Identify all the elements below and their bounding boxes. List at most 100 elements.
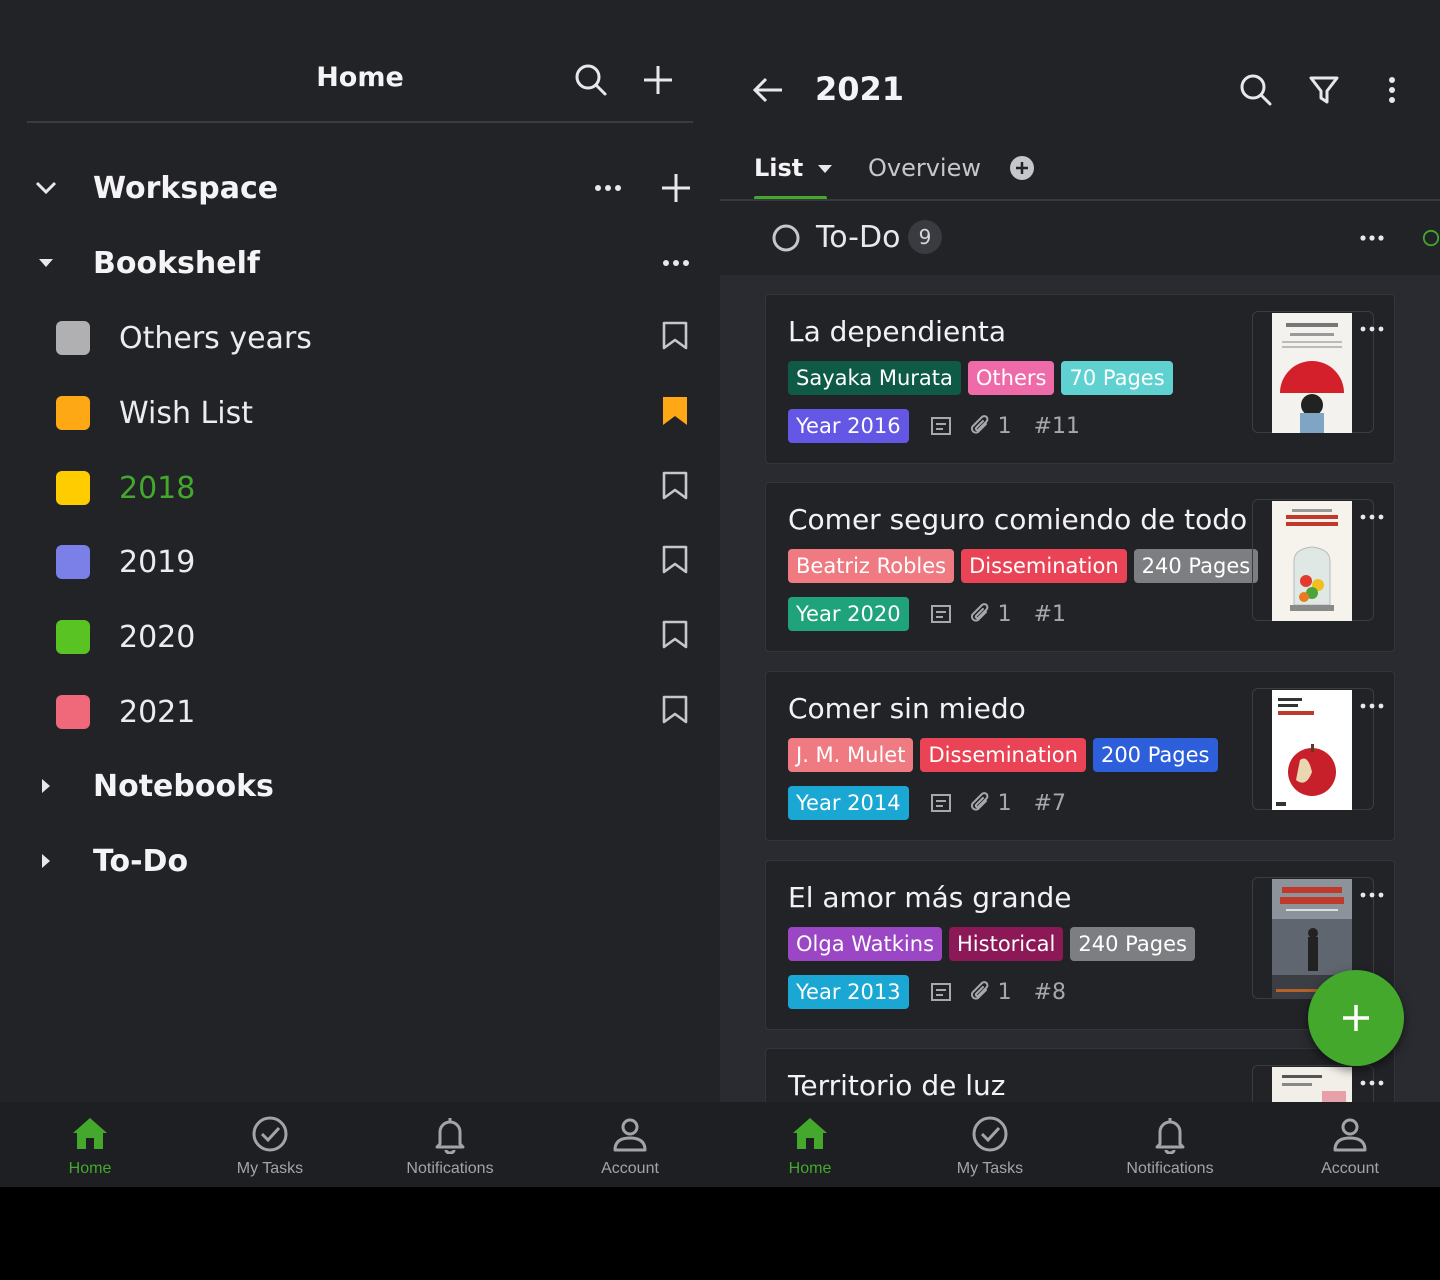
year-row: Year 2013 1 #8 bbox=[788, 975, 1066, 1009]
bookmark-filled-icon[interactable] bbox=[661, 395, 689, 431]
more-icon[interactable] bbox=[1360, 883, 1384, 902]
bookmark-icon[interactable] bbox=[661, 544, 689, 580]
tag: Beatriz Robles bbox=[788, 549, 955, 583]
nav-label: Notifications bbox=[406, 1160, 494, 1177]
tag-row: Beatriz Robles Dissemination 240 Pages bbox=[788, 549, 1259, 583]
tag: Sayaka Murata bbox=[788, 361, 961, 395]
nav-label: Notifications bbox=[1126, 1160, 1214, 1177]
task-id: #8 bbox=[1033, 979, 1067, 1005]
book-cover-image[interactable] bbox=[1272, 313, 1352, 433]
bookshelf-row[interactable]: Bookshelf bbox=[0, 233, 720, 293]
more-icon[interactable] bbox=[1360, 1071, 1384, 1090]
caret-right-icon[interactable] bbox=[28, 768, 64, 804]
bookmark-icon[interactable] bbox=[661, 619, 689, 655]
workspace-row[interactable]: Workspace bbox=[0, 158, 720, 218]
person-icon bbox=[1330, 1114, 1370, 1154]
page-title: 2021 bbox=[815, 70, 905, 108]
bookshelf-item[interactable]: 2020 bbox=[0, 607, 720, 667]
task-card[interactable]: Comer seguro comiendo de todo Beatriz Rob… bbox=[765, 482, 1395, 652]
caret-down-icon[interactable] bbox=[28, 245, 64, 281]
bookshelf-item-label: 2021 bbox=[119, 694, 196, 730]
bookshelf-item[interactable]: 2018 bbox=[0, 458, 720, 518]
more-icon[interactable] bbox=[590, 170, 626, 206]
next-group-status-icon bbox=[1420, 222, 1440, 254]
nav-notifications[interactable]: Notifications bbox=[1080, 1102, 1260, 1187]
tag: 200 Pages bbox=[1092, 738, 1218, 772]
bookshelf-item[interactable]: 2019 bbox=[0, 532, 720, 592]
more-icon[interactable] bbox=[658, 245, 694, 281]
bookshelf-item-label: Others years bbox=[119, 320, 312, 356]
more-icon[interactable] bbox=[1360, 694, 1384, 713]
task-id: #11 bbox=[1033, 413, 1081, 439]
bookmark-icon[interactable] bbox=[661, 320, 689, 356]
year-row: Year 2014 1 #7 bbox=[788, 786, 1066, 820]
nav-my-tasks[interactable]: My Tasks bbox=[180, 1102, 360, 1187]
card-title: El amor más grande bbox=[788, 881, 1072, 914]
caret-right-icon[interactable] bbox=[28, 843, 64, 879]
card-title: La dependienta bbox=[788, 315, 1007, 348]
paperclip-icon bbox=[970, 981, 988, 1000]
todo-row[interactable]: To-Do bbox=[0, 831, 720, 891]
nav-label: Account bbox=[1321, 1160, 1379, 1177]
caret-down-icon bbox=[817, 165, 832, 173]
nav-home[interactable]: Home bbox=[720, 1102, 900, 1187]
bookshelf-item-label: 2020 bbox=[119, 619, 196, 655]
workspace-label: Workspace bbox=[93, 170, 279, 206]
attachment-count: 1 bbox=[997, 979, 1012, 1005]
list-screen: 2021 List Overview To-Do 9 La dependient… bbox=[720, 0, 1440, 1187]
tab-overview[interactable]: Overview bbox=[868, 154, 981, 182]
task-card[interactable]: Comer sin miedo J. M. Mulet Dissemination 2… bbox=[765, 671, 1395, 841]
notebooks-row[interactable]: Notebooks bbox=[0, 756, 720, 816]
description-icon bbox=[930, 983, 951, 1001]
more-vertical-icon[interactable] bbox=[1372, 70, 1412, 110]
book-cover-image[interactable] bbox=[1272, 501, 1352, 621]
nav-account[interactable]: Account bbox=[1260, 1102, 1440, 1187]
more-icon[interactable] bbox=[1360, 505, 1384, 524]
add-icon[interactable] bbox=[638, 60, 678, 100]
color-swatch bbox=[56, 396, 90, 430]
book-cover-image[interactable] bbox=[1272, 690, 1352, 810]
chevron-down-icon[interactable] bbox=[28, 170, 64, 206]
tag: Olga Watkins bbox=[788, 927, 943, 961]
bookmark-icon[interactable] bbox=[661, 694, 689, 730]
add-view-icon[interactable] bbox=[1009, 155, 1035, 181]
color-swatch bbox=[56, 471, 90, 505]
year-tag: Year 2016 bbox=[788, 409, 909, 443]
back-arrow-icon[interactable] bbox=[748, 70, 788, 110]
add-icon[interactable] bbox=[656, 168, 696, 208]
task-card[interactable]: La dependienta Sayaka Murata Others 70 Page… bbox=[765, 294, 1395, 464]
color-swatch bbox=[56, 545, 90, 579]
nav-my-tasks[interactable]: My Tasks bbox=[900, 1102, 1080, 1187]
paperclip-icon bbox=[970, 603, 988, 622]
bookshelf-item[interactable]: 2021 bbox=[0, 682, 720, 742]
task-card[interactable]: El amor más grande Olga Watkins Historical… bbox=[765, 860, 1395, 1030]
filter-icon[interactable] bbox=[1304, 70, 1344, 110]
add-task-fab[interactable] bbox=[1308, 970, 1404, 1066]
paperclip-icon bbox=[970, 792, 988, 811]
check-circle-icon bbox=[970, 1114, 1010, 1154]
search-icon[interactable] bbox=[1236, 70, 1276, 110]
bookshelf-item[interactable]: Wish List bbox=[0, 383, 720, 443]
card-meta: 1 #11 bbox=[930, 409, 1080, 443]
tab-list[interactable]: List bbox=[754, 154, 832, 182]
tab-overview-label: Overview bbox=[868, 154, 981, 182]
home-header: Home bbox=[0, 0, 720, 122]
card-title: Territorio de luz bbox=[788, 1069, 1006, 1102]
more-icon[interactable] bbox=[1356, 222, 1388, 254]
search-icon[interactable] bbox=[571, 60, 611, 100]
nav-label: Account bbox=[601, 1160, 659, 1177]
tag: 70 Pages bbox=[1061, 361, 1173, 395]
tag-row: J. M. Mulet Dissemination 200 Pages bbox=[788, 738, 1218, 772]
group-name: To-Do bbox=[816, 220, 901, 255]
nav-notifications[interactable]: Notifications bbox=[360, 1102, 540, 1187]
nav-home[interactable]: Home bbox=[0, 1102, 180, 1187]
status-circle-icon[interactable] bbox=[770, 222, 802, 254]
card-meta: 1 #8 bbox=[930, 975, 1066, 1009]
nav-account[interactable]: Account bbox=[540, 1102, 720, 1187]
tab-list-label: List bbox=[754, 154, 804, 182]
description-icon bbox=[930, 605, 951, 623]
bookmark-icon[interactable] bbox=[661, 470, 689, 506]
task-id: #1 bbox=[1033, 601, 1067, 627]
more-icon[interactable] bbox=[1360, 317, 1384, 336]
bookshelf-item[interactable]: Others years bbox=[0, 308, 720, 368]
